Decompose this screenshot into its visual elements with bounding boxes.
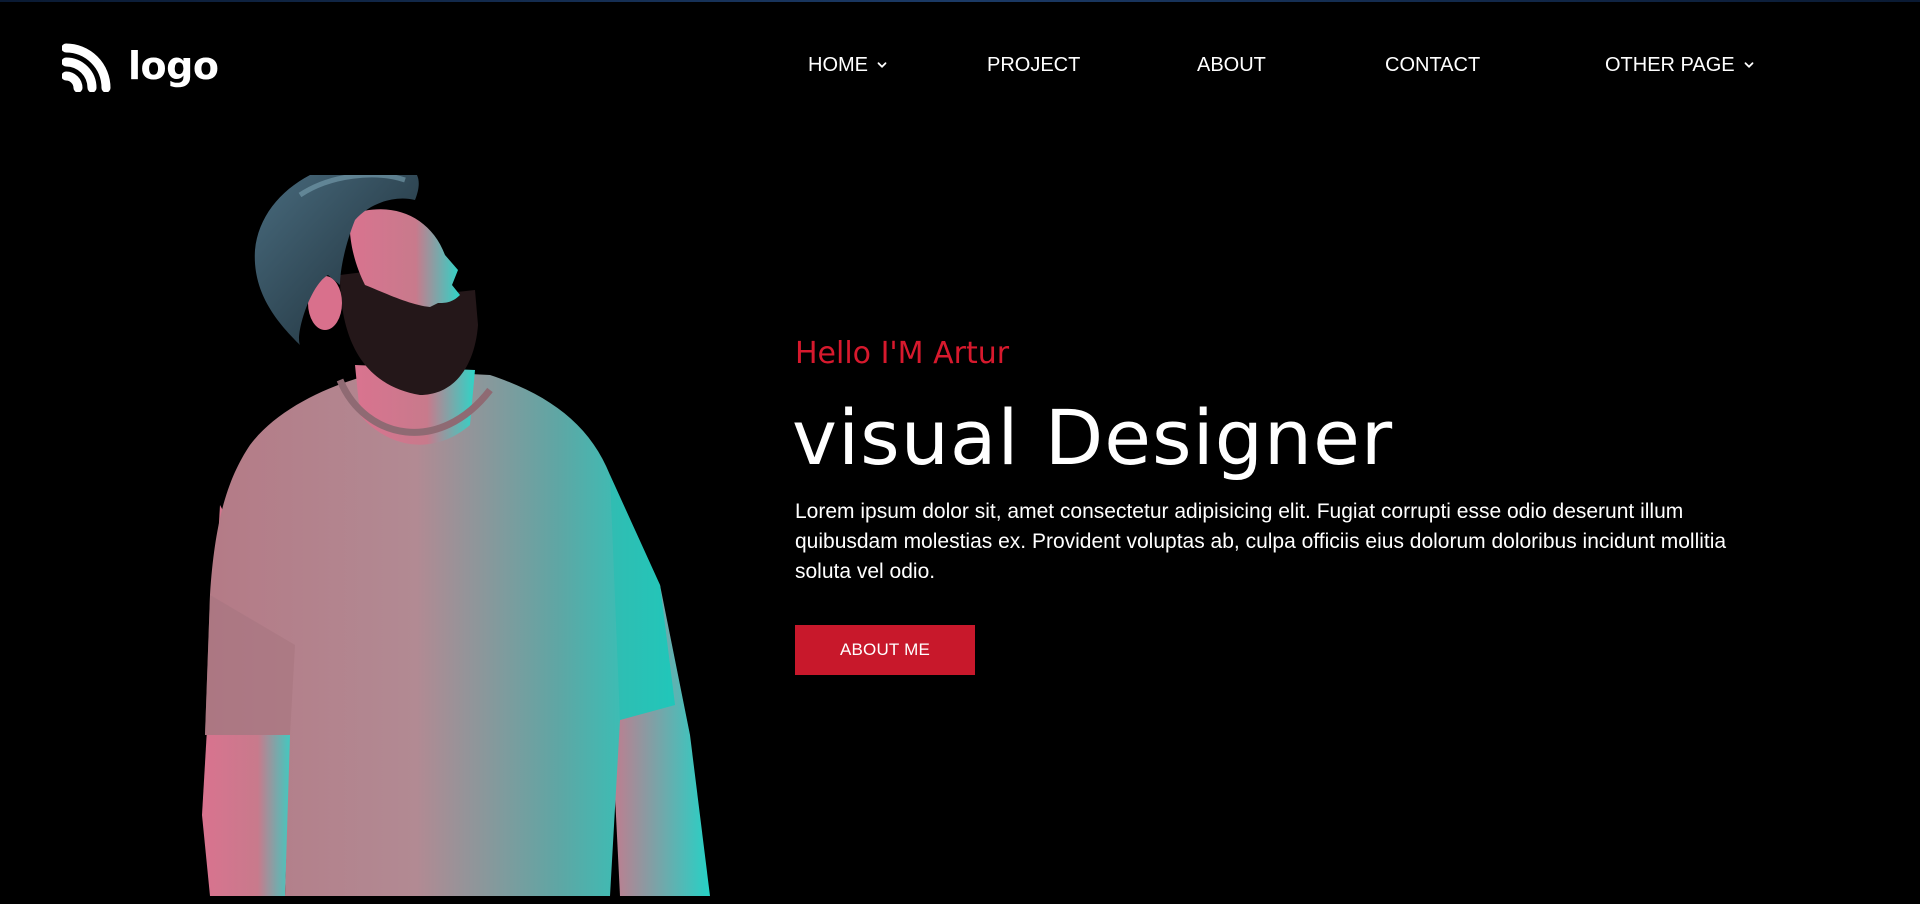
nav-item-about[interactable]: ABOUT <box>1197 50 1266 80</box>
nav-item-label: CONTACT <box>1385 54 1481 76</box>
hero-greeting: Hello I'M Artur <box>795 336 1010 371</box>
main-nav: HOME PROJECT ABOUT CONTACT OTHER PAGE <box>0 50 1920 80</box>
top-accent-line <box>0 0 1920 2</box>
page: logo HOME PROJECT ABOUT CONTACT OTHER PA… <box>0 0 1920 904</box>
chevron-down-icon <box>1744 62 1754 68</box>
nav-item-other-page[interactable]: OTHER PAGE <box>1605 50 1755 80</box>
nav-item-label: PROJECT <box>987 54 1081 76</box>
hero-description: Lorem ipsum dolor sit, amet consectetur … <box>795 500 1727 583</box>
chevron-down-icon <box>877 62 887 68</box>
hero-title: visual Designer <box>792 393 1394 482</box>
nav-item-project[interactable]: PROJECT <box>987 50 1080 80</box>
nav-item-contact[interactable]: CONTACT <box>1385 50 1480 80</box>
about-me-button[interactable]: ABOUT ME <box>795 625 975 675</box>
nav-item-label: ABOUT <box>1197 54 1266 76</box>
nav-item-home[interactable]: HOME <box>808 50 888 80</box>
nav-item-label: OTHER PAGE <box>1605 54 1735 76</box>
nav-item-label: HOME <box>808 54 868 76</box>
bearded-man-portrait <box>202 175 710 896</box>
